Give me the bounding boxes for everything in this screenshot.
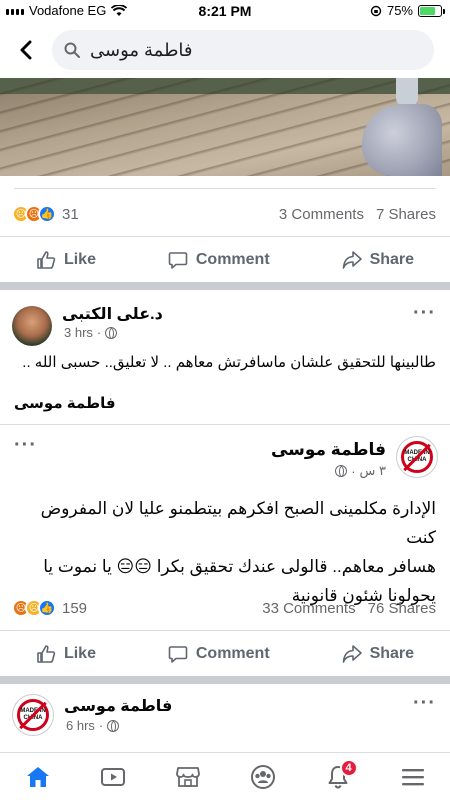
- hamburger-menu-icon: [401, 768, 424, 785]
- post3-metrics: ☹ ☹ 👍 159 33 Comments 76 Shares: [0, 590, 450, 626]
- post-time[interactable]: 3 hrs: [64, 325, 93, 340]
- share-label: Share: [369, 644, 415, 662]
- video-icon: [100, 767, 125, 786]
- like-label: Like: [63, 250, 96, 268]
- reaction-count: 31: [62, 205, 79, 223]
- avatar-logo-text: MADE IN CHINA: [404, 450, 430, 463]
- globe-icon: [335, 465, 348, 477]
- comments-count[interactable]: 33 Comments: [262, 600, 355, 617]
- comment-icon: [168, 251, 188, 269]
- search-header: فاطمة موسى: [0, 22, 450, 78]
- search-input[interactable]: فاطمة موسى: [52, 30, 434, 70]
- battery-icon: [418, 4, 445, 17]
- chevron-left-icon: [20, 40, 32, 60]
- avatar[interactable]: MADE IN CHINA: [396, 436, 438, 478]
- search-icon: [64, 42, 80, 58]
- avatar[interactable]: [12, 306, 52, 346]
- globe-icon: [105, 326, 118, 339]
- post-text-line: هسافر معاهم.. قالولى عندك تحقيق بكرا 😑😑 …: [43, 557, 436, 576]
- bottom-nav: 4: [0, 752, 450, 800]
- nav-home[interactable]: [18, 757, 58, 797]
- post-photo[interactable]: [0, 78, 450, 176]
- like-label: Like: [63, 644, 96, 662]
- comment-button[interactable]: Comment: [168, 644, 270, 664]
- post4-header: MADE IN CHINA فاطمة موسى 6 hrs · ···: [0, 690, 450, 740]
- photo-separator: [14, 188, 436, 189]
- made-in-china-logo: MADE IN CHINA: [401, 441, 433, 473]
- post1-metrics: ☹ ☹ 👍 31 3 Comments 7 Shares: [0, 196, 450, 232]
- share-icon: [342, 644, 362, 663]
- status-bar: Vodafone EG 8:21 PM 75%: [0, 0, 450, 22]
- nav-groups[interactable]: [243, 757, 283, 797]
- avatar-logo-text: MADE IN CHINA: [20, 708, 46, 721]
- groups-icon: [250, 764, 275, 789]
- post-time[interactable]: ٣ س: [360, 463, 386, 479]
- reactions-summary[interactable]: ☹ ☹ 👍 31: [12, 205, 79, 223]
- marketplace-icon: [175, 766, 200, 787]
- rotation-lock-icon: [370, 5, 382, 16]
- like-reaction-icon: 👍: [38, 205, 56, 223]
- shares-count[interactable]: 76 Shares: [368, 600, 436, 617]
- like-button[interactable]: Like: [36, 250, 96, 270]
- feed-divider: [0, 282, 450, 290]
- post-separator: [0, 424, 450, 425]
- post-meta: 6 hrs ·: [66, 718, 120, 733]
- nav-notifications[interactable]: 4: [318, 757, 358, 797]
- home-icon: [26, 766, 49, 787]
- share-button[interactable]: Share: [342, 250, 414, 270]
- shared-author-name[interactable]: فاطمة موسى: [14, 394, 116, 412]
- post3-actions: Like Comment Share: [0, 630, 450, 676]
- nav-menu[interactable]: [393, 757, 433, 797]
- notifications-badge: 4: [339, 758, 358, 777]
- comment-label: Comment: [195, 644, 270, 662]
- share-icon: [342, 250, 362, 269]
- thumbs-up-icon: [37, 250, 56, 269]
- avatar[interactable]: MADE IN CHINA: [12, 694, 54, 736]
- nav-marketplace[interactable]: [168, 757, 208, 797]
- nav-watch[interactable]: [93, 757, 133, 797]
- reaction-count: 159: [62, 599, 88, 617]
- author-name[interactable]: د.على الكتبى: [62, 304, 163, 324]
- post2-header: د.على الكتبى 3 hrs · ···: [0, 298, 450, 348]
- like-reaction-icon: 👍: [38, 599, 56, 617]
- back-button[interactable]: [14, 36, 38, 64]
- comment-icon: [168, 645, 188, 663]
- reactions-summary[interactable]: ☹ ☹ 👍 159: [12, 599, 87, 617]
- search-query: فاطمة موسى: [90, 39, 193, 60]
- more-options-icon[interactable]: ···: [14, 434, 37, 457]
- post1-actions: Like Comment Share: [0, 236, 450, 282]
- more-options-icon[interactable]: ···: [413, 692, 436, 715]
- post-text-line: الإدارة مكلمينى الصبح افكرهم بيتطمنو علي…: [40, 499, 436, 547]
- feed-divider: [0, 676, 450, 684]
- post-time[interactable]: 6 hrs: [66, 718, 95, 733]
- author-name[interactable]: فاطمة موسى: [64, 696, 172, 716]
- post-text: طالبينها للتحقيق علشان ماسافرتش معاهم ..…: [22, 354, 436, 371]
- comments-count[interactable]: 3 Comments: [279, 206, 364, 223]
- shares-count[interactable]: 7 Shares: [376, 206, 436, 223]
- share-button[interactable]: Share: [342, 644, 414, 664]
- comment-button[interactable]: Comment: [168, 250, 270, 270]
- battery-percent: 75%: [386, 3, 413, 18]
- share-label: Share: [369, 250, 415, 268]
- like-button[interactable]: Like: [36, 644, 96, 664]
- thumbs-up-icon: [37, 644, 56, 663]
- post-meta: 3 hrs ·: [64, 325, 118, 340]
- comment-label: Comment: [195, 250, 270, 268]
- post-meta: · ٣ س: [335, 463, 386, 479]
- globe-icon: [107, 719, 120, 732]
- more-options-icon[interactable]: ···: [413, 302, 436, 325]
- made-in-china-logo: MADE IN CHINA: [17, 699, 49, 731]
- post3-header: ··· MADE IN CHINA فاطمة موسى · ٣ س: [0, 430, 450, 480]
- author-name[interactable]: فاطمة موسى: [271, 440, 386, 460]
